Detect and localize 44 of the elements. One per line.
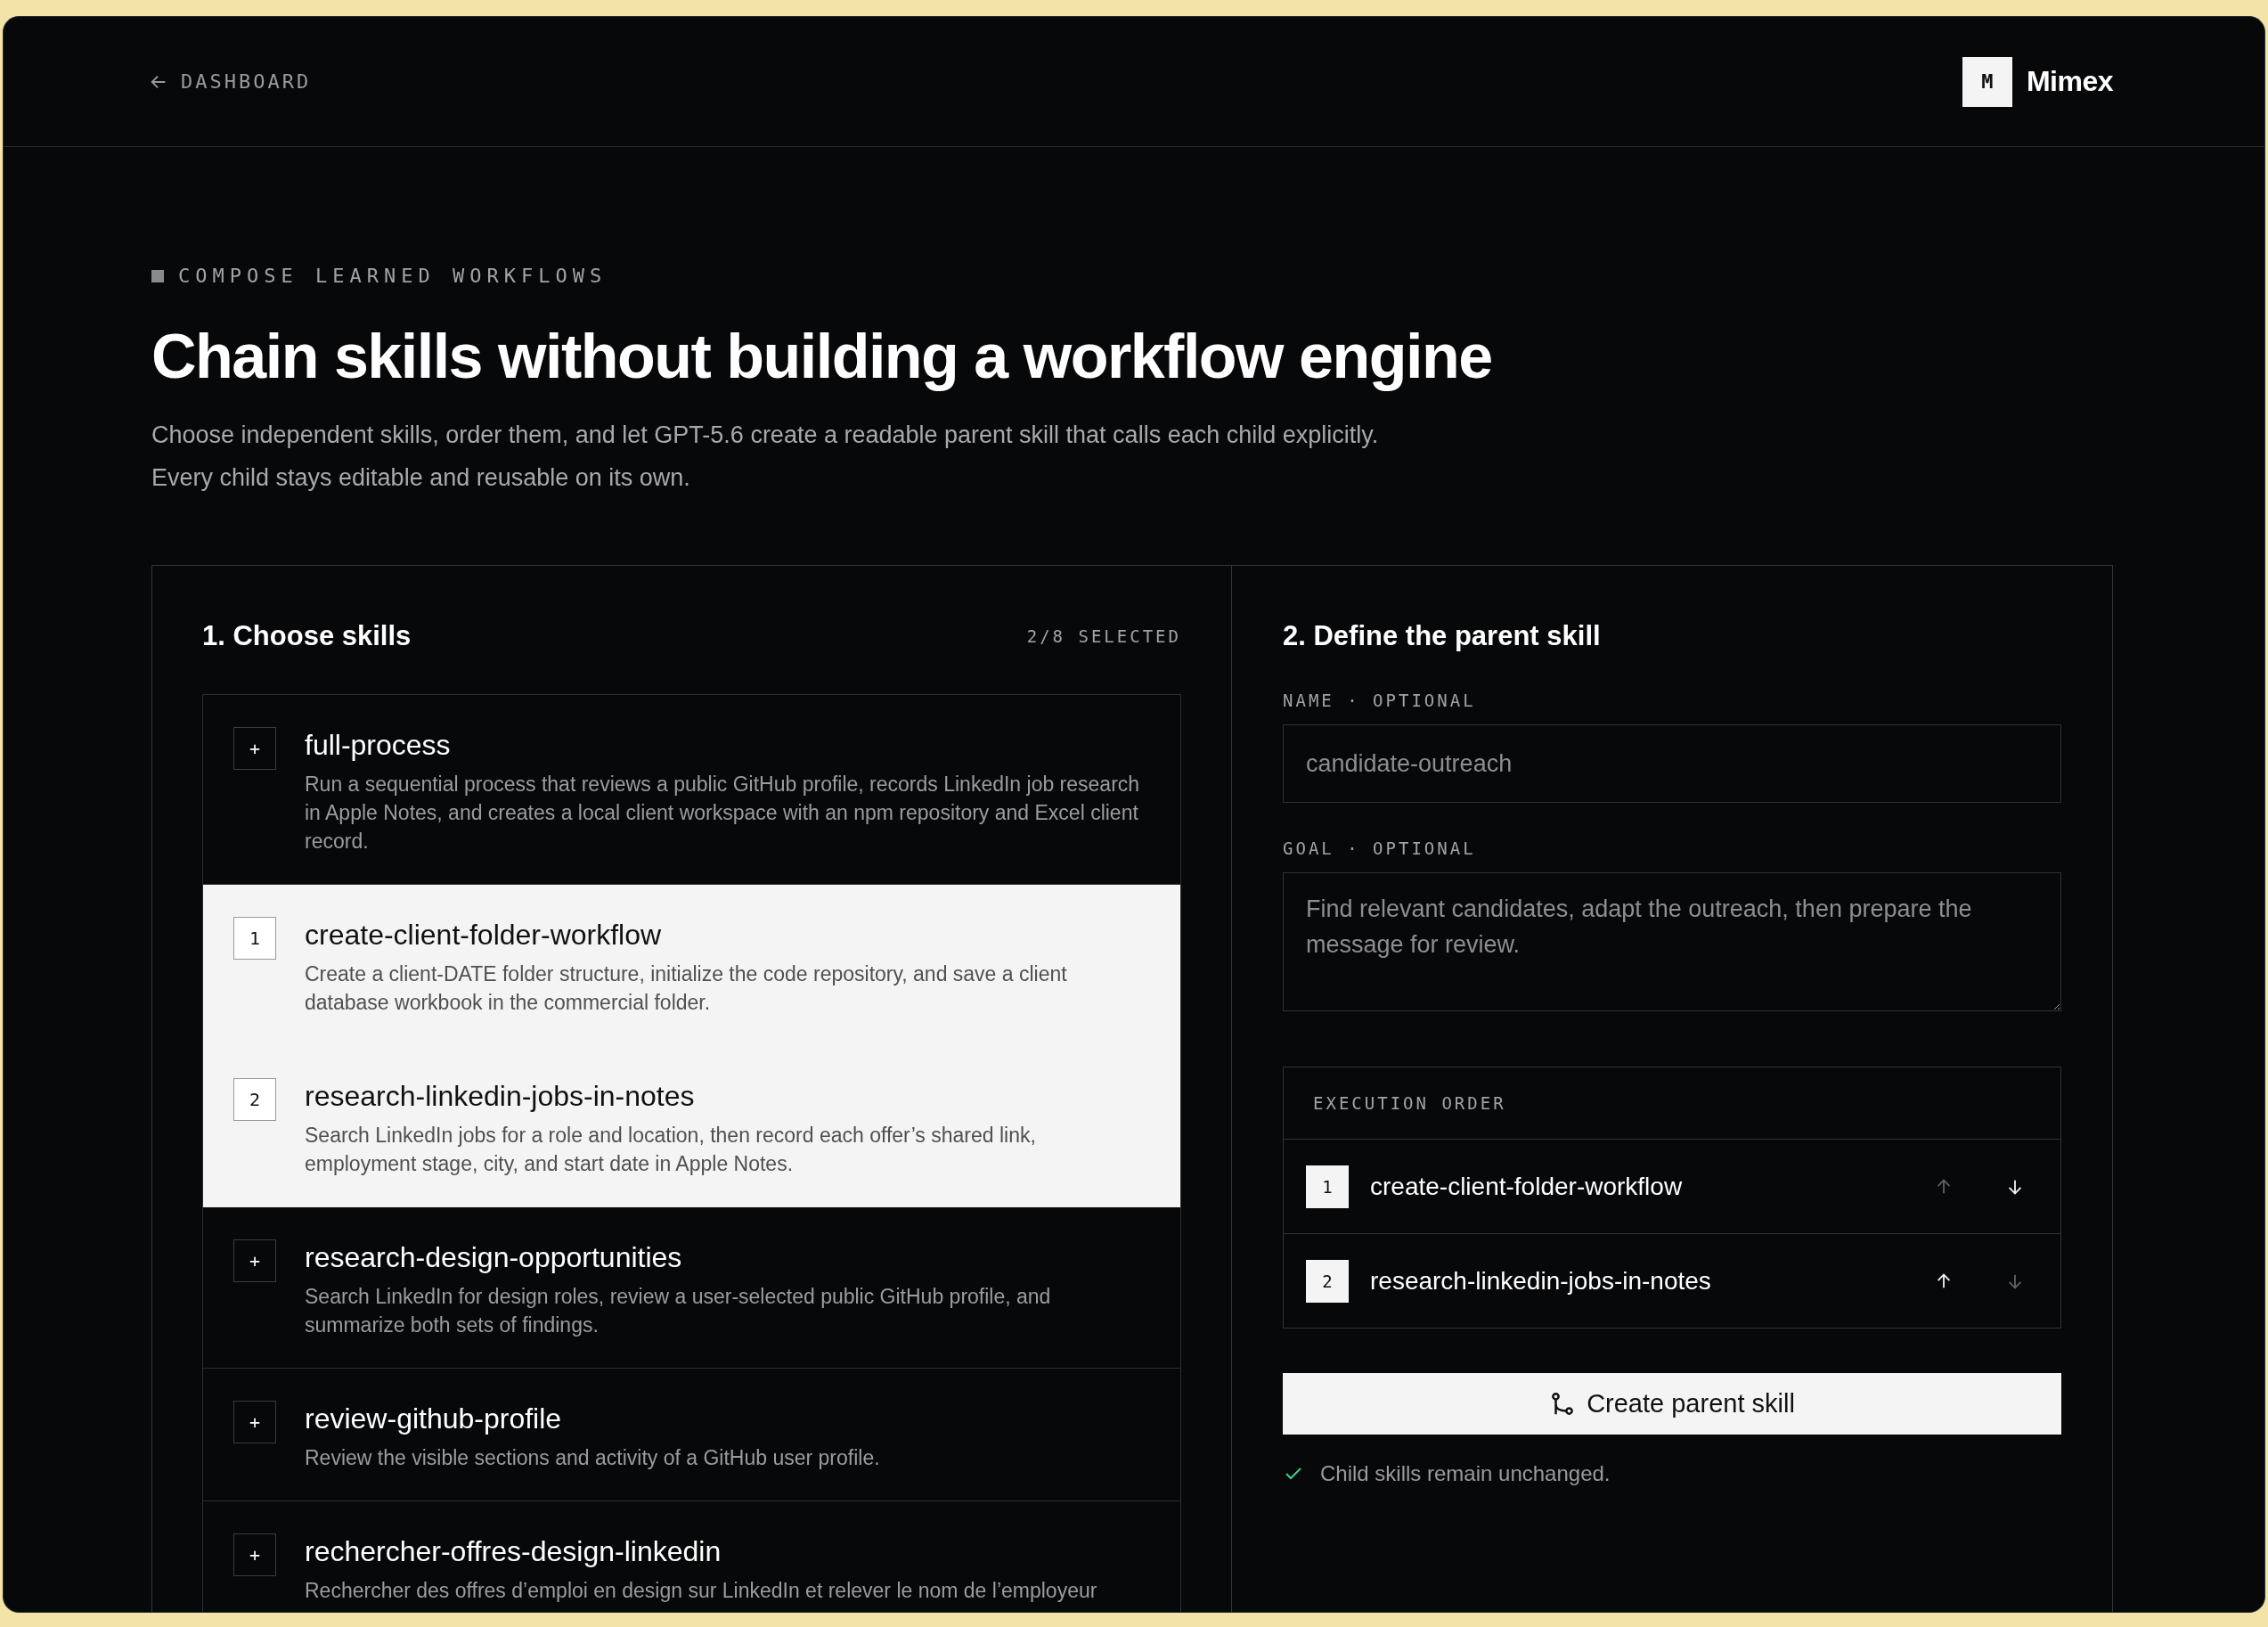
skill-checkbox[interactable]: + xyxy=(233,1533,276,1576)
create-parent-skill-button[interactable]: Create parent skill xyxy=(1283,1373,2061,1435)
skill-description: Create a client-DATE folder structure, initialize the code repository, and save a client database workbook in the commercial folder. xyxy=(305,961,1068,1016)
logo-mark: M xyxy=(1962,56,2012,107)
skill-item[interactable]: + review-github-profile Review the visible sections and activity of a GitHub user profile. xyxy=(203,1369,1180,1501)
skill-item[interactable]: 1 create-client-folder-workflow Create a client-DATE folder structure, initialize the code repository, and save a client database workbook in the commercial folder. xyxy=(203,885,1180,1046)
section-heading: 1. Choose skills xyxy=(202,620,412,652)
page-title: Chain skills without building a workflow engine xyxy=(151,321,1493,393)
step-number: 1 xyxy=(1306,1165,1349,1208)
square-icon xyxy=(151,269,164,282)
skill-description: Rechercher des offres d’emploi en design sur LinkedIn et relever le nom de l’employeur xyxy=(305,1578,1097,1604)
step-name: research-linkedin-jobs-in-notes xyxy=(1370,1266,1712,1296)
skill-checkbox[interactable]: + xyxy=(233,727,276,770)
skill-checkbox[interactable]: 2 xyxy=(233,1078,276,1121)
goal-field[interactable]: Find relevant candidates, adapt the outreach, then prepare the message for review. xyxy=(1283,872,2061,1011)
skill-item[interactable]: + rechercher-offres-design-linkedin Rechercher des offres d’emploi en design sur LinkedIn et relever le nom de l’employeur xyxy=(203,1501,1180,1612)
page-description: Choose independent skills, order them, and let GPT-5.6 create a readable parent skill that calls each child explicitly. Every child stays editable and reusable on its own. xyxy=(151,421,1380,493)
skill-description: Search LinkedIn jobs for a role and location, then record each offer’s shared link, employment stage, city, and start date in Apple Notes. xyxy=(305,1123,1037,1177)
status-note: Child skills remain unchanged. xyxy=(1320,1461,1611,1486)
skill-name: create-client-folder-workflow xyxy=(305,918,663,952)
skill-name: review-github-profile xyxy=(305,1402,563,1436)
skill-name: rechercher-offres-design-linkedin xyxy=(305,1534,722,1569)
skill-name: research-design-opportunities xyxy=(305,1240,683,1275)
step-name: create-client-folder-workflow xyxy=(1370,1172,1684,1201)
brand-name: Mimex xyxy=(2026,65,2113,98)
field-label: NAME · OPTIONAL xyxy=(1283,691,1477,710)
name-field[interactable]: candidate-outreach xyxy=(1283,724,2061,803)
skill-name: research-linkedin-jobs-in-notes xyxy=(305,1079,696,1114)
selection-count: 2/8 SELECTED xyxy=(1026,626,1181,646)
skill-item[interactable]: 2 research-linkedin-jobs-in-notes Search LinkedIn jobs for a role and location, then record each offer’s shared link, employment stage, city, and start date in Apple Notes. xyxy=(203,1046,1180,1207)
field-label: GOAL · OPTIONAL xyxy=(1283,838,1477,858)
skill-checkbox[interactable]: + xyxy=(233,1401,276,1443)
skill-item[interactable]: + research-design-opportunities Search LinkedIn for design roles, review a user-selected public GitHub profile, and summarize both sets of findings. xyxy=(203,1207,1180,1369)
skill-checkbox[interactable]: + xyxy=(233,1239,276,1282)
skill-checkbox[interactable]: 1 xyxy=(233,917,276,960)
skill-description: Search LinkedIn for design roles, review a user-selected public GitHub profile, and summarize both sets of findings. xyxy=(305,1284,1052,1338)
step-number: 2 xyxy=(1306,1259,1349,1303)
eyebrow-label: COMPOSE LEARNED WORKFLOWS xyxy=(178,265,608,287)
dashboard-link[interactable]: DASHBOARD xyxy=(149,70,312,93)
skill-description: Review the visible sections and activity of a GitHub user profile. xyxy=(305,1445,880,1471)
section-heading: 2. Define the parent skill xyxy=(1283,619,1602,653)
skill-description: Run a sequential process that reviews a public GitHub profile, records LinkedIn job research in Apple Notes, and creates a local client workspace with an npm repository and Excel client record. xyxy=(305,772,1141,854)
execution-order-heading: EXECUTION ORDER xyxy=(1313,1093,1506,1113)
skill-name: full-process xyxy=(305,728,452,763)
